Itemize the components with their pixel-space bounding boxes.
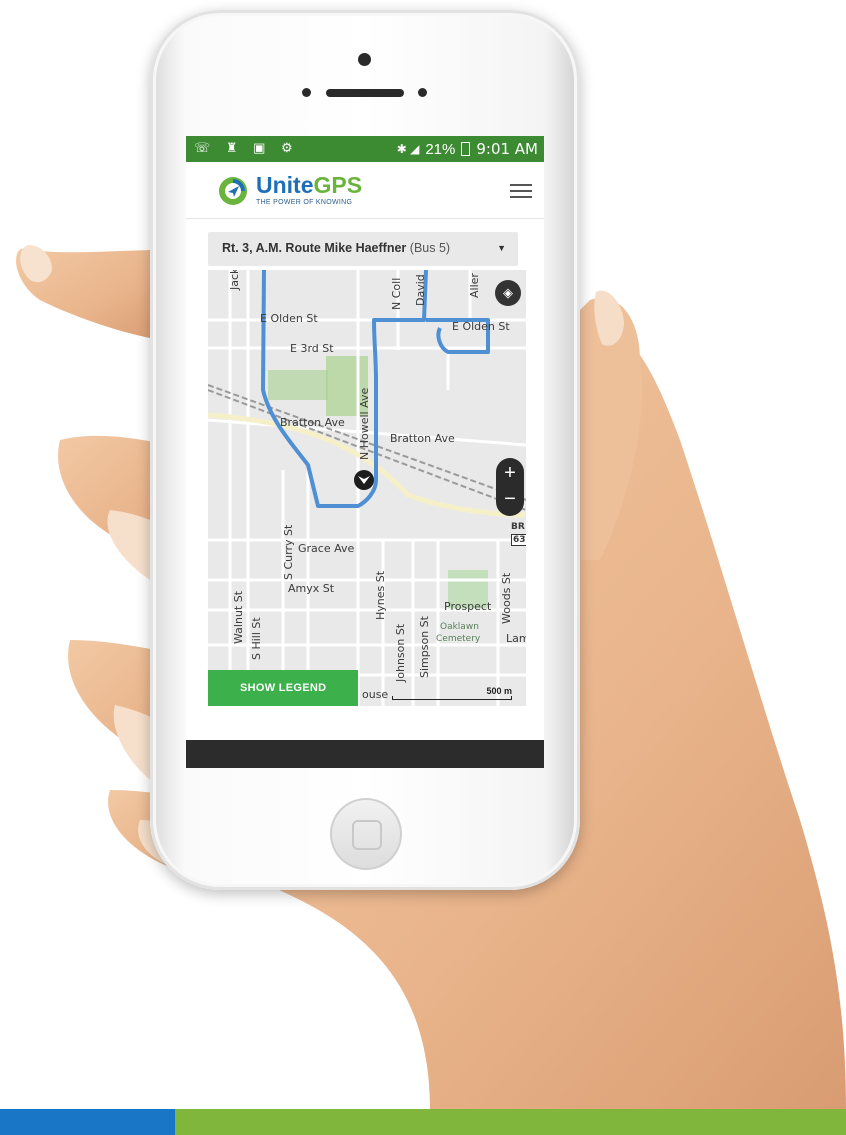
street-label: Amyx St (288, 582, 335, 595)
earpiece-speaker (302, 88, 428, 98)
street-label: Bratton Ave (390, 432, 455, 445)
street-label: Lam (506, 632, 526, 645)
unitegps-logo[interactable]: UniteGPS THE POWER OF KNOWING (218, 172, 368, 210)
street-label: Walnut St (232, 590, 245, 644)
signal-icon: ✱ ◢ (396, 142, 420, 156)
clock: 9:01 AM (476, 140, 538, 158)
app-header: UniteGPS THE POWER OF KNOWING (186, 162, 544, 219)
street-label: N Coll (390, 277, 403, 310)
brand-bar-green (175, 1109, 846, 1135)
zoom-in-button[interactable]: + (496, 462, 524, 484)
street-label: Aller (468, 273, 481, 298)
logo-mark-icon (219, 177, 247, 205)
street-label: S Hill St (250, 617, 263, 660)
show-legend-button[interactable]: SHOW LEGEND (208, 670, 358, 706)
notification-icons: ☏ ♜ ▣ ⚙ (194, 140, 299, 155)
street-label: Prospect (444, 600, 492, 613)
street-label: Simpson St (418, 616, 431, 678)
scale-label: 500 m (486, 686, 512, 696)
logo-tagline: THE POWER OF KNOWING (256, 199, 353, 206)
front-camera (358, 53, 371, 66)
map-scale-bar: 500 m (392, 686, 518, 700)
phone-screen: ☏ ♜ ▣ ⚙ ✱ ◢ 21% 9:01 AM UniteGPS THE POW… (186, 136, 544, 768)
chevron-down-icon: ▼ (497, 243, 506, 253)
brand-bar-blue (0, 1109, 175, 1135)
street-label: Bratton Ave (280, 416, 345, 429)
street-label: Oaklawn (440, 622, 479, 632)
status-bar: ☏ ♜ ▣ ⚙ ✱ ◢ 21% 9:01 AM (186, 136, 544, 162)
street-label: Hynes St (374, 570, 387, 620)
route-map[interactable]: E Olden St E Olden St E 3rd St Bratton A… (208, 270, 526, 706)
street-label: Johnson St (394, 623, 407, 682)
zoom-out-button[interactable]: − (496, 488, 524, 510)
logo-wordmark: UniteGPS (256, 172, 363, 198)
screen-bottom-bar (186, 740, 544, 768)
layers-icon[interactable]: ◈ (495, 280, 521, 306)
route-dropdown[interactable]: Rt. 3, A.M. Route Mike Haeffner (Bus 5) … (208, 232, 518, 266)
battery-percent: 21% (425, 140, 456, 158)
street-label: Woods St (500, 572, 513, 624)
zoom-control: + − (496, 458, 524, 516)
street-label: Cemetery (436, 634, 481, 644)
highway-label: BR (511, 522, 525, 532)
street-label: Jackson (228, 270, 241, 290)
street-label: E Olden St (260, 312, 318, 325)
battery-icon (461, 142, 471, 156)
hamburger-menu-icon[interactable] (510, 184, 532, 198)
home-button[interactable] (330, 798, 402, 870)
route-bus: (Bus 5) (409, 241, 451, 255)
street-label: N Howell Ave (358, 387, 371, 460)
street-label: S Curry St (282, 524, 295, 580)
street-label: ouse (362, 688, 389, 701)
street-label: E Olden St (452, 320, 510, 333)
highway-shield: 63 (511, 534, 526, 546)
street-label: David (414, 274, 427, 306)
street-label: Grace Ave (298, 542, 355, 555)
street-label: E 3rd St (290, 342, 334, 355)
route-name: Rt. 3, A.M. Route Mike Haeffner (222, 241, 407, 255)
